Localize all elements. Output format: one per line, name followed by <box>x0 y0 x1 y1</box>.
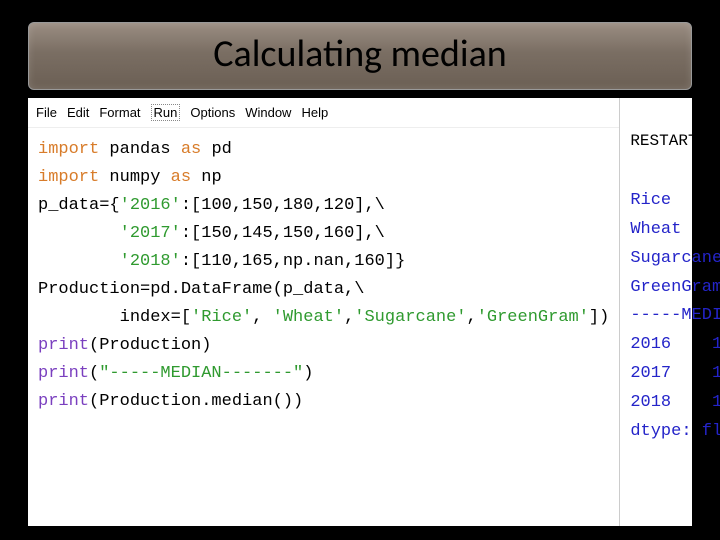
output-median: 2016 135.0 <box>630 335 720 354</box>
code-text: as <box>171 168 191 187</box>
panes: File Edit Format Run Options Window Help… <box>28 98 692 526</box>
menu-file[interactable]: File <box>36 105 57 120</box>
code-text: 'Wheat' <box>273 308 344 327</box>
code-text: :[150,145,150,160],\ <box>181 224 385 243</box>
code-block: import pandas as pd import numpy as np p… <box>28 128 619 426</box>
code-text: '2018' <box>120 252 181 271</box>
code-text <box>38 224 120 243</box>
code-text: :[100,150,180,120],\ <box>181 196 385 215</box>
code-pane: File Edit Format Run Options Window Help… <box>28 98 620 526</box>
code-text: print <box>38 392 89 411</box>
menubar: File Edit Format Run Options Window Help <box>28 98 619 128</box>
code-text: import <box>38 140 99 159</box>
code-text: 'Sugarcane' <box>354 308 466 327</box>
console-output: 2016 2017 2018 Rice 100 150 110.0 Wheat … <box>620 154 720 453</box>
output-dtype: dtype: float64 <box>630 422 720 441</box>
code-text: , <box>467 308 477 327</box>
code-text: import <box>38 168 99 187</box>
output-row: GreenGram 120 160 160.0 <box>630 278 720 297</box>
output-pane: ,,, RESTART: C:/Users/Sangeeta Ch 2016 2… <box>620 98 720 526</box>
code-text: pandas <box>99 140 181 159</box>
menu-format[interactable]: Format <box>99 105 140 120</box>
code-text: 'GreenGram' <box>477 308 589 327</box>
title-box: Calculating median <box>28 22 692 90</box>
code-text: , <box>252 308 272 327</box>
code-text: ( <box>89 364 99 383</box>
code-text: as <box>181 140 201 159</box>
code-text: , <box>344 308 354 327</box>
output-sep: -----MEDIAN------- <box>630 306 720 325</box>
output-median: 2018 1 <box>630 393 720 412</box>
menu-run[interactable]: Run <box>151 104 181 121</box>
code-text: index=[ <box>38 308 191 327</box>
code-text: ) <box>303 364 313 383</box>
code-text: '2017' <box>120 224 181 243</box>
code-text: print <box>38 364 89 383</box>
output-median: 2017 150.0 <box>630 364 720 383</box>
menu-window[interactable]: Window <box>245 105 291 120</box>
code-text: 'Rice' <box>191 308 252 327</box>
output-row: Wheat 150 145 165.0 <box>630 220 720 239</box>
output-row: Sugarcane 180 150 NaN <box>630 249 720 268</box>
output-header-row: 2016 2017 2018 <box>630 162 720 181</box>
menu-options[interactable]: Options <box>190 105 235 120</box>
code-text: print <box>38 336 89 355</box>
output-row: Rice 100 150 110.0 <box>630 191 720 210</box>
code-text: pd <box>201 140 232 159</box>
code-text <box>38 252 120 271</box>
code-text: Production=pd.DataFrame(p_data,\ <box>38 280 364 299</box>
menu-edit[interactable]: Edit <box>67 105 89 120</box>
code-text: :[110,165,np.nan,160]} <box>181 252 405 271</box>
code-text: '2016' <box>120 196 181 215</box>
slide-title: Calculating median <box>29 31 691 77</box>
code-text: np <box>191 168 222 187</box>
menu-help[interactable]: Help <box>301 105 328 120</box>
code-text: ]) <box>589 308 609 327</box>
restart-line: RESTART: C:/Users/Sangeeta Ch <box>630 132 720 150</box>
code-text: numpy <box>99 168 170 187</box>
partial-line: ,,, <box>630 102 720 118</box>
code-text: (Production) <box>89 336 211 355</box>
output-header: ,,, RESTART: C:/Users/Sangeeta Ch <box>620 98 720 154</box>
code-text: p_data={ <box>38 196 120 215</box>
code-text: (Production.median()) <box>89 392 303 411</box>
slide: Calculating median File Edit Format Run … <box>0 0 720 540</box>
code-text: "-----MEDIAN-------" <box>99 364 303 383</box>
